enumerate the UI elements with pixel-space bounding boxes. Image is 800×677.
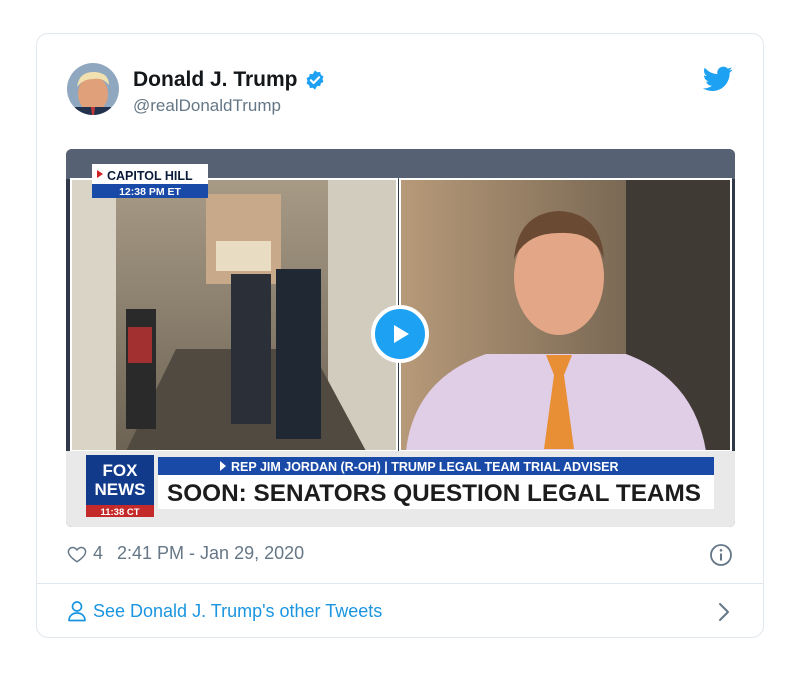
other-tweets-link[interactable]: See Donald J. Trump's other Tweets xyxy=(67,600,382,622)
video-player[interactable]: CAPITOL HILL 12:38 PM ET REP JIM JORDAN … xyxy=(66,149,735,527)
lower-third-headline: SOON: SENATORS QUESTION LEGAL TEAMS xyxy=(167,480,701,507)
heart-icon xyxy=(67,546,87,563)
chevron-right-icon[interactable] xyxy=(717,601,731,623)
info-icon[interactable] xyxy=(709,543,733,567)
user-icon xyxy=(68,601,86,622)
location-time: 12:38 PM ET xyxy=(119,186,181,198)
network-logo-line1: FOX xyxy=(103,461,139,480)
like-button[interactable]: 4 xyxy=(67,543,103,564)
author-name-row[interactable]: Donald J. Trump xyxy=(133,68,326,92)
avatar[interactable] xyxy=(67,63,119,115)
tweet-meta: 4 2:41 PM - Jan 29, 2020 xyxy=(67,543,304,564)
network-logo-line2: NEWS xyxy=(95,480,146,499)
verified-badge-icon xyxy=(306,70,323,90)
tweet-card: Donald J. Trump @realDonaldTrump CAPITOL… xyxy=(36,33,764,638)
lower-third-subtitle: REP JIM JORDAN (R-OH) | TRUMP LEGAL TEAM… xyxy=(231,460,619,474)
display-name: Donald J. Trump xyxy=(133,68,298,91)
avatar-image xyxy=(67,63,119,115)
like-count: 4 xyxy=(93,543,104,563)
author-handle[interactable]: @realDonaldTrump xyxy=(133,96,281,116)
play-icon xyxy=(394,325,409,343)
tweet-timestamp[interactable]: 2:41 PM - Jan 29, 2020 xyxy=(117,543,304,564)
network-time: 11:38 CT xyxy=(100,507,139,518)
location-label: CAPITOL HILL xyxy=(107,169,193,183)
twitter-bird-icon[interactable] xyxy=(703,66,733,92)
play-button[interactable] xyxy=(371,305,429,363)
divider xyxy=(37,583,763,584)
other-tweets-label: See Donald J. Trump's other Tweets xyxy=(93,600,383,621)
